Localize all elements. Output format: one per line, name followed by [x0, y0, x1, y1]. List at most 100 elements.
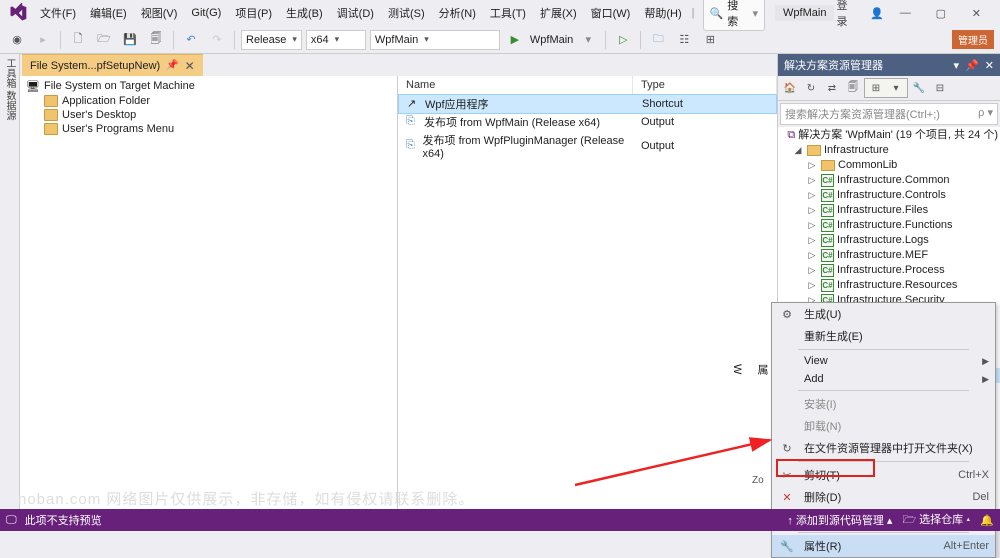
menu-bar: 文件(F) 编辑(E) 视图(V) Git(G) 项目(P) 生成(B) 调试(… [0, 0, 1000, 26]
expand-icon[interactable]: ▷ [806, 278, 818, 293]
login-link[interactable]: 登录 [836, 0, 858, 29]
menu-build[interactable]: 生成(B) [280, 2, 329, 24]
project-node[interactable]: ▷C#Infrastructure.Process [778, 263, 1000, 278]
expand-icon[interactable]: ▷ [806, 158, 818, 173]
redo-button[interactable]: ↷ [206, 29, 228, 51]
new-button[interactable]: 🗋 [67, 29, 89, 51]
menu-extensions[interactable]: 扩展(X) [534, 2, 583, 24]
open-button[interactable]: 🗁 [93, 29, 115, 51]
left-rail[interactable]: 工具箱 数据源 [0, 54, 20, 509]
project-node[interactable]: ▷C#Infrastructure.Files [778, 203, 1000, 218]
startup-select[interactable]: WpfMain▾ [370, 30, 500, 50]
collapse-button[interactable]: ⇄ [822, 79, 842, 97]
solution-root[interactable]: ⧉解决方案 'WpfMain' (19 个项目, 共 24 个) [778, 128, 1000, 143]
expand-icon[interactable]: ▷ [806, 188, 818, 203]
ctx-properties[interactable]: 🔧属性(R)Alt+Enter [772, 535, 995, 557]
minimize-button[interactable]: — [892, 3, 919, 23]
close-button[interactable]: ✕ [963, 3, 990, 23]
tb-misc3[interactable]: ⊞ [699, 29, 721, 51]
nav-fwd-button[interactable]: ▸ [32, 29, 54, 51]
home-button[interactable]: 🏠 [780, 79, 800, 97]
save-button[interactable]: 💾 [119, 29, 141, 51]
file-row[interactable]: ⎘发布项 from WpfMain (Release x64) Output [398, 113, 777, 131]
properties-button[interactable]: 🔧 [909, 79, 929, 97]
notifications-icon[interactable]: 🔔 [980, 514, 994, 527]
ctx-build[interactable]: ⚙生成(U) [772, 303, 995, 325]
menu-project[interactable]: 项目(P) [229, 2, 278, 24]
tb-misc2[interactable]: ☷ [673, 29, 695, 51]
search-box[interactable]: 🔍 搜索 ▾ [703, 0, 766, 31]
tab-filesystem[interactable]: File System...pfSetupNew) 📌 ✕ [22, 54, 203, 76]
ctx-view[interactable]: View▶ [772, 352, 995, 370]
start-button[interactable]: ▶ [504, 29, 526, 51]
menu-window[interactable]: 窗口(W) [585, 2, 637, 24]
file-row[interactable]: ⎘发布项 from WpfPluginManager (Release x64)… [398, 131, 777, 161]
ctx-rebuild[interactable]: 重新生成(E) [772, 325, 995, 347]
ctx-cut[interactable]: ✂剪切(T)Ctrl+X [772, 464, 995, 486]
tab-close-icon[interactable]: ✕ [185, 59, 195, 73]
nav-back-button[interactable]: ◉ [6, 29, 28, 51]
ctx-separator [798, 461, 969, 462]
dropdown-icon[interactable]: ▾ [954, 59, 960, 72]
view-group[interactable]: ⊞▾ [864, 78, 908, 98]
window-title: WpfMain [775, 5, 834, 21]
project-node[interactable]: ▷C#Infrastructure.Logs [778, 233, 1000, 248]
submenu-icon: ▶ [982, 374, 989, 385]
expand-icon[interactable]: ▷ [806, 218, 818, 233]
start-label[interactable]: WpfMain [530, 34, 573, 46]
fs-root[interactable]: 🖥 File System on Target Machine [20, 78, 397, 94]
col-type[interactable]: Type [633, 76, 777, 94]
menu-debug[interactable]: 调试(D) [331, 2, 380, 24]
menu-edit[interactable]: 编辑(E) [84, 2, 133, 24]
menu-help[interactable]: 帮助(H) [638, 2, 687, 24]
start-chevron[interactable]: ▾ [577, 29, 599, 51]
project-node[interactable]: ▷C#Infrastructure.Functions [778, 218, 1000, 233]
repo-select[interactable]: 🗁 选择仓库 ▴ [902, 511, 970, 530]
expand-icon[interactable]: ▷ [806, 233, 818, 248]
shortcut-icon: ↗ [407, 97, 421, 111]
menu-test[interactable]: 测试(S) [382, 2, 431, 24]
sync-button[interactable]: ↻ [801, 79, 821, 97]
config-select[interactable]: Release▾ [241, 30, 302, 50]
git-add-button[interactable]: ↑ 添加到源代码管理 ▴ [787, 512, 892, 528]
start-nodebug-button[interactable]: ▷ [612, 29, 634, 51]
collapse-icon[interactable]: ◢ [792, 143, 804, 158]
fs-desktop[interactable]: User's Desktop [20, 108, 397, 122]
solution-explorer-title[interactable]: 解决方案资源管理器 ▾📌✕ [778, 54, 1000, 76]
project-node[interactable]: ▷CommonLib [778, 158, 1000, 173]
expand-icon[interactable]: ▷ [806, 173, 818, 188]
project-node[interactable]: ▷C#Infrastructure.Controls [778, 188, 1000, 203]
ctx-add[interactable]: Add▶ [772, 370, 995, 388]
menu-view[interactable]: 视图(V) [135, 2, 184, 24]
ctx-open-explorer[interactable]: ↻在文件资源管理器中打开文件夹(X) [772, 437, 995, 459]
solution-search[interactable]: 搜索解决方案资源管理器(Ctrl+;) ρ ▾ [780, 103, 998, 125]
close-icon[interactable]: ✕ [985, 59, 994, 72]
preview-button[interactable]: ⊟ [930, 79, 950, 97]
file-row[interactable]: ↗Wpf应用程序 Shortcut [398, 94, 777, 114]
pin-icon[interactable]: 📌 [166, 60, 178, 71]
menu-git[interactable]: Git(G) [185, 4, 227, 22]
menu-file[interactable]: 文件(F) [34, 2, 82, 24]
project-node[interactable]: ▷C#Infrastructure.Common [778, 173, 1000, 188]
maximize-button[interactable]: ▢ [927, 3, 954, 23]
folder-infrastructure[interactable]: ◢Infrastructure [778, 143, 1000, 158]
expand-icon[interactable]: ▷ [806, 263, 818, 278]
expand-icon[interactable]: ▷ [806, 248, 818, 263]
user-icon[interactable]: 👤 [870, 7, 884, 20]
undo-button[interactable]: ↶ [180, 29, 202, 51]
platform-select[interactable]: x64▾ [306, 30, 366, 50]
showall-button[interactable]: 🗐 [843, 79, 863, 97]
menu-analyze[interactable]: 分析(N) [433, 2, 482, 24]
tb-misc1[interactable]: 🗀 [647, 29, 669, 51]
save-all-button[interactable]: 🗐 [145, 29, 167, 51]
project-node[interactable]: ▷C#Infrastructure.MEF [778, 248, 1000, 263]
menu-tools[interactable]: 工具(T) [484, 2, 532, 24]
fs-app-folder[interactable]: Application Folder [20, 94, 397, 108]
status-message: 此项不支持预览 [25, 512, 102, 528]
fs-programs-menu[interactable]: User's Programs Menu [20, 122, 397, 136]
project-node[interactable]: ▷C#Infrastructure.Resources [778, 278, 1000, 293]
pin-icon[interactable]: 📌 [965, 59, 979, 72]
search-clear-icon[interactable]: ρ ▾ [978, 106, 993, 122]
expand-icon[interactable]: ▷ [806, 203, 818, 218]
col-name[interactable]: Name [398, 76, 633, 94]
